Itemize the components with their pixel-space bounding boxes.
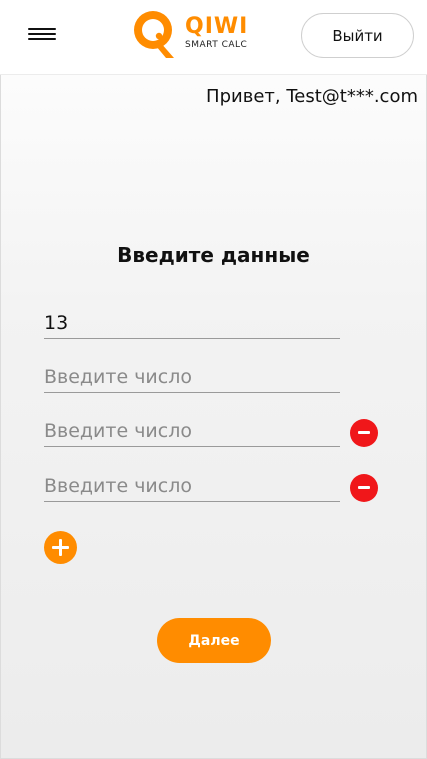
greeting-text: Привет, Test@t***.com xyxy=(206,86,418,107)
logo-title: QIWI xyxy=(185,14,249,39)
header: QIWI SMART CALC Выйти xyxy=(0,0,427,75)
number-field-1[interactable] xyxy=(44,309,340,339)
number-input-1[interactable] xyxy=(44,309,340,337)
number-input-2[interactable] xyxy=(44,363,340,391)
form-title: Введите данные xyxy=(117,243,310,267)
logo[interactable]: QIWI SMART CALC xyxy=(130,6,260,62)
logo-subtitle: SMART CALC xyxy=(185,40,248,50)
remove-field-3-button[interactable] xyxy=(350,419,378,447)
qiwi-logo-icon xyxy=(134,11,174,58)
number-input-4[interactable] xyxy=(44,472,340,500)
add-field-button[interactable] xyxy=(44,531,77,564)
next-button[interactable]: Далее xyxy=(157,618,271,663)
number-field-3[interactable] xyxy=(44,417,340,447)
number-field-2[interactable] xyxy=(44,363,340,393)
remove-field-4-button[interactable] xyxy=(350,474,378,502)
logout-button[interactable]: Выйти xyxy=(301,13,414,58)
number-input-3[interactable] xyxy=(44,417,340,445)
number-field-4[interactable] xyxy=(44,472,340,502)
hamburger-menu-icon[interactable] xyxy=(28,28,58,42)
